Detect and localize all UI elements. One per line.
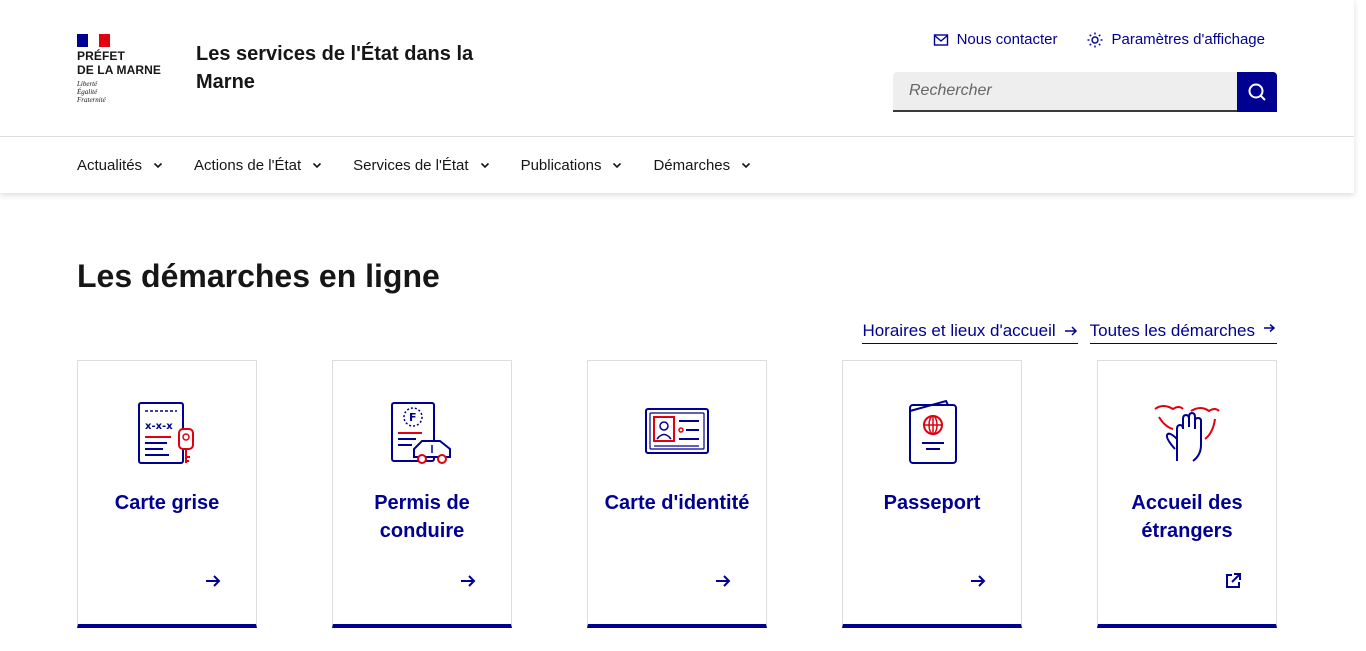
french-flag-icon — [77, 34, 110, 47]
card-title: Carte grise — [114, 492, 220, 514]
card-title: Permis de conduire — [374, 492, 470, 542]
arrow-right-icon — [716, 575, 731, 587]
site-header: PRÉFET DE LA MARNE Liberté Égalité Frate… — [0, 0, 1354, 193]
arrow-right-icon — [971, 575, 986, 587]
chevron-down-icon — [313, 162, 322, 169]
demarches-links: Horaires et lieux d'accueil Toutes les d… — [862, 320, 1277, 344]
card-accueil-etrangers[interactable]: Accueil des étrangers — [1097, 360, 1277, 628]
nav-item-demarches[interactable]: Démarches — [653, 137, 782, 193]
hours-link-label: Horaires et lieux d'accueil — [862, 321, 1056, 340]
nav-item-services[interactable]: Services de l'État — [353, 137, 520, 193]
chevron-down-icon — [613, 162, 622, 169]
welcome-hands-icon — [1154, 405, 1220, 462]
driving-licence-icon: F — [391, 402, 451, 464]
card-carte-grise[interactable]: x-x-x Carte grise — [77, 360, 257, 628]
nav-item-actualites[interactable]: Actualités — [77, 137, 194, 193]
passport-icon — [909, 399, 957, 464]
all-demarches-label: Toutes les démarches — [1089, 321, 1255, 340]
car-registration-icon: x-x-x — [138, 402, 194, 464]
chevron-down-icon — [742, 162, 751, 169]
demarches-cards: x-x-x Carte grise F Permis de conduire C… — [77, 360, 1277, 628]
sun-icon — [1087, 32, 1103, 48]
nav-item-label: Publications — [520, 156, 602, 174]
external-link-icon — [1226, 573, 1241, 588]
nav-item-label: Actions de l'État — [194, 156, 302, 174]
main-nav: Actualités Actions de l'État Services de… — [77, 137, 782, 193]
logo-name: PRÉFET DE LA MARNE — [77, 49, 161, 77]
all-demarches-link[interactable]: Toutes les démarches — [1089, 320, 1277, 344]
nav-item-publications[interactable]: Publications — [521, 137, 654, 193]
search-button[interactable] — [1237, 72, 1277, 112]
page-title: Les démarches en ligne — [77, 258, 440, 294]
header-tools: Nous contacter Paramètres d'affichage — [933, 30, 1265, 50]
prefet-logo[interactable]: PRÉFET DE LA MARNE Liberté Égalité Frate… — [77, 34, 177, 104]
hours-link[interactable]: Horaires et lieux d'accueil — [862, 320, 1078, 344]
svg-text:x-x-x: x-x-x — [145, 421, 173, 432]
nav-item-label: Services de l'État — [353, 156, 469, 174]
display-settings-label: Paramètres d'affichage — [1111, 31, 1265, 48]
nav-item-label: Démarches — [653, 156, 731, 174]
chevron-down-icon — [153, 162, 163, 169]
card-title: Passeport — [883, 492, 981, 514]
nav-item-actions[interactable]: Actions de l'État — [194, 137, 353, 193]
arrow-up-right-icon — [1264, 324, 1276, 333]
contact-link[interactable]: Nous contacter — [933, 30, 1058, 50]
card-title: Accueil des étrangers — [1131, 492, 1243, 542]
card-carte-identite[interactable]: Carte d'identité — [587, 360, 767, 628]
service-title[interactable]: Les services de l'État dans la Marne — [196, 40, 496, 96]
svg-text:F: F — [409, 411, 417, 424]
display-settings-link[interactable]: Paramètres d'affichage — [1087, 30, 1265, 50]
nav-item-label: Actualités — [77, 156, 143, 174]
search-bar — [893, 72, 1277, 112]
header-top: PRÉFET DE LA MARNE Liberté Égalité Frate… — [0, 0, 1354, 137]
arrow-right-icon — [206, 575, 221, 587]
card-permis-conduire[interactable]: F Permis de conduire — [332, 360, 512, 628]
arrow-right-icon — [1064, 326, 1077, 336]
logo-motto: Liberté Égalité Fraternité — [77, 80, 106, 104]
card-passeport[interactable]: Passeport — [842, 360, 1022, 628]
mail-icon — [933, 34, 948, 46]
search-icon — [1248, 83, 1266, 101]
id-card-icon — [645, 408, 709, 454]
contact-label: Nous contacter — [956, 31, 1058, 48]
card-title: Carte d'identité — [604, 492, 750, 514]
search-input[interactable] — [893, 72, 1237, 112]
arrow-right-icon — [461, 575, 476, 587]
chevron-down-icon — [480, 162, 489, 169]
